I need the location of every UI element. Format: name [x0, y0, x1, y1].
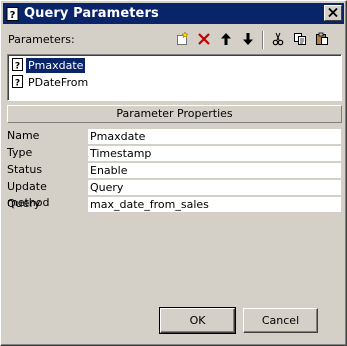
property-name: Status — [7, 163, 43, 176]
copy-icon — [293, 32, 307, 49]
toolbar-separator — [262, 31, 264, 49]
paste-button[interactable] — [311, 29, 333, 51]
list-item[interactable]: ? Pmaxdate — [11, 56, 87, 74]
property-value-update-method[interactable]: Query — [87, 179, 342, 196]
property-row-update-method: Update method Query — [7, 179, 342, 209]
close-icon — [328, 7, 338, 20]
property-name: Name — [7, 129, 40, 142]
parameter-label: PDateFrom — [28, 75, 89, 89]
new-parameter-button[interactable] — [171, 29, 193, 51]
property-name: Query — [7, 197, 41, 210]
property-name: Update method — [7, 180, 50, 209]
delete-parameter-button[interactable] — [193, 29, 215, 51]
query-parameters-dialog: ? Query Parameters Parameters: ? Pmaxdat… — [0, 0, 347, 346]
parameters-list[interactable]: ? Pmaxdate ? PDateFrom — [7, 54, 342, 101]
parameters-toolbar — [171, 29, 333, 51]
window-title: Query Parameters — [24, 6, 159, 21]
svg-text:?: ? — [15, 79, 20, 89]
cancel-button[interactable]: Cancel — [243, 308, 318, 333]
ok-button[interactable]: OK — [159, 307, 236, 334]
move-up-button[interactable] — [215, 29, 237, 51]
property-value-name[interactable]: Pmaxdate — [87, 128, 342, 145]
property-value-type[interactable]: Timestamp — [87, 145, 342, 162]
cut-icon — [271, 32, 285, 49]
property-row-type: Type Timestamp — [7, 145, 342, 162]
property-row-name: Name Pmaxdate — [7, 128, 342, 145]
delete-icon — [197, 32, 211, 49]
property-value-status[interactable]: Enable — [87, 162, 342, 179]
new-icon — [175, 30, 189, 49]
question-doc-icon: ? — [6, 6, 20, 21]
close-button[interactable] — [324, 5, 342, 21]
move-up-icon — [219, 32, 233, 49]
parameter-icon: ? — [11, 58, 24, 72]
properties-grid: Name Pmaxdate Type Timestamp Status Enab… — [7, 128, 342, 213]
paste-icon — [315, 32, 329, 49]
copy-button[interactable] — [289, 29, 311, 51]
parameter-label: Pmaxdate — [24, 56, 87, 74]
property-row-query: Query max_date_from_sales — [7, 196, 342, 213]
property-name: Type — [7, 146, 33, 159]
properties-header: Parameter Properties — [7, 105, 342, 123]
parameters-label: Parameters: — [8, 33, 75, 46]
move-down-icon — [241, 32, 255, 49]
parameter-icon: ? — [11, 75, 24, 89]
svg-text:?: ? — [15, 62, 20, 72]
move-down-button[interactable] — [237, 29, 259, 51]
property-row-status: Status Enable — [7, 162, 342, 179]
title-bar[interactable]: ? Query Parameters — [3, 3, 344, 24]
property-value-query[interactable]: max_date_from_sales — [87, 196, 342, 213]
list-item[interactable]: ? PDateFrom — [11, 74, 90, 90]
cut-button[interactable] — [267, 29, 289, 51]
svg-text:?: ? — [10, 10, 16, 21]
